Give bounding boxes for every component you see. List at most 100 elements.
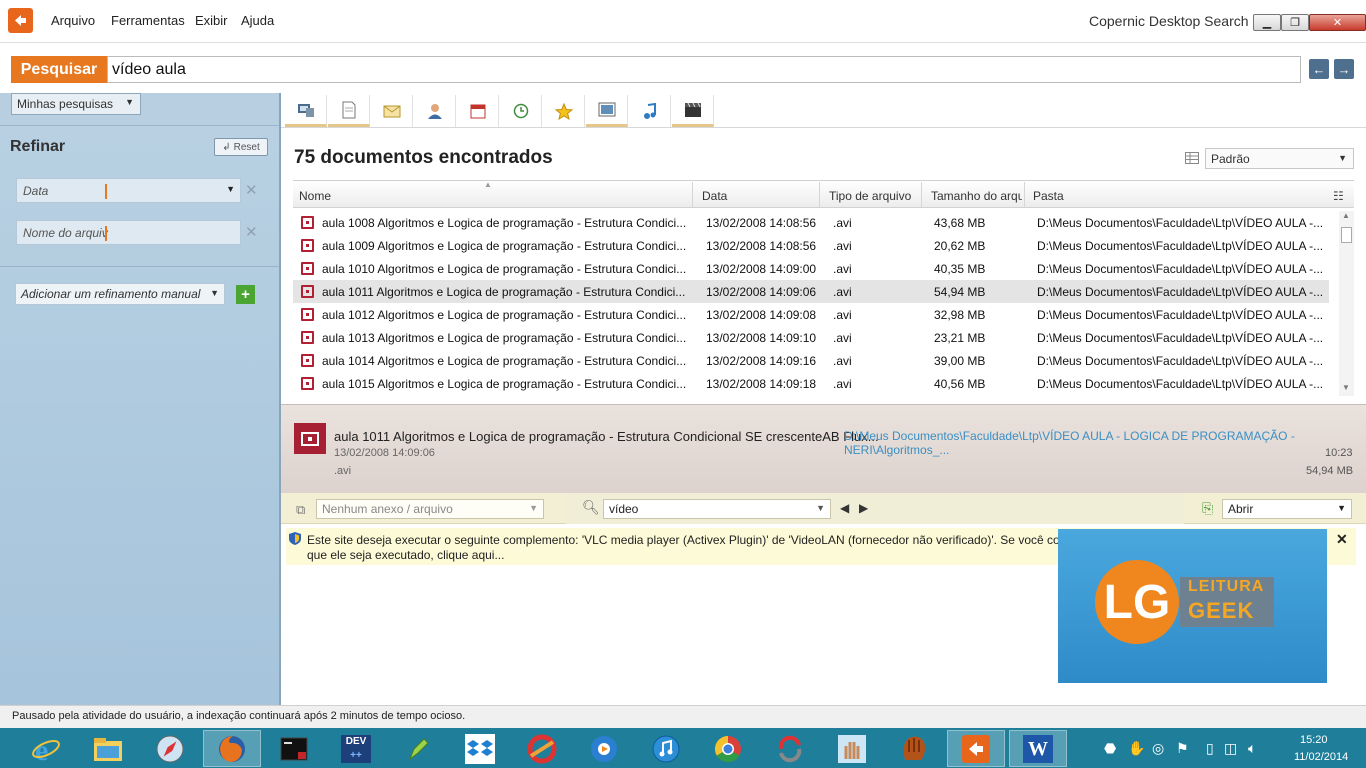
search-input[interactable]: vídeo aula	[107, 56, 1301, 83]
chevron-down-icon: ▼	[210, 288, 219, 298]
my-searches-dropdown[interactable]: Minhas pesquisas ▼	[11, 93, 141, 115]
forward-button[interactable]: →	[1334, 59, 1354, 79]
scrollbar-thumb[interactable]	[1341, 227, 1352, 243]
taskbar-hand-app[interactable]	[823, 730, 881, 767]
taskbar-refresh-app[interactable]	[761, 730, 819, 767]
table-row[interactable]: aula 1010 Algoritmos e Logica de program…	[293, 257, 1329, 280]
taskbar-firefox[interactable]	[203, 730, 261, 767]
column-chooser-icon[interactable]: ☷	[1333, 189, 1344, 203]
tab-email[interactable]	[371, 95, 413, 127]
taskbar-dropbox[interactable]	[451, 730, 509, 767]
attachment-dropdown[interactable]: Nenhum anexo / arquivo ▼	[316, 499, 544, 519]
reset-button[interactable]: ↲ Reset	[214, 138, 268, 156]
column-divider[interactable]	[692, 182, 693, 207]
close-icon: ✕	[1332, 17, 1343, 29]
taskbar-terminal[interactable]	[265, 730, 323, 767]
date-filter[interactable]: Data ▼	[16, 178, 241, 203]
column-divider[interactable]	[819, 182, 820, 207]
table-row[interactable]: aula 1013 Algoritmos e Logica de program…	[293, 326, 1329, 349]
network-icon[interactable]: ◫	[1224, 740, 1237, 757]
pictures-icon	[598, 102, 615, 117]
table-row[interactable]: aula 1008 Algoritmos e Logica de program…	[293, 211, 1329, 234]
column-date[interactable]: Data	[702, 189, 727, 203]
table-row[interactable]: aula 1014 Algoritmos e Logica de program…	[293, 349, 1329, 372]
taskbar-word[interactable]: W	[1009, 730, 1067, 767]
tab-favorites[interactable]	[543, 95, 585, 127]
table-row[interactable]: aula 1012 Algoritmos e Logica de program…	[293, 303, 1329, 326]
tab-videos[interactable]	[672, 95, 714, 127]
minimize-button[interactable]: ▁	[1253, 14, 1281, 31]
taskbar-devcpp[interactable]: DEV ++	[327, 730, 385, 767]
taskbar-pen-app[interactable]	[389, 730, 447, 767]
find-input[interactable]: vídeo ▼	[603, 499, 831, 519]
taskbar-internet-explorer[interactable]: e	[17, 730, 75, 767]
table-row[interactable]: aula 1009 Algoritmos e Logica de program…	[293, 234, 1329, 257]
tab-music[interactable]	[629, 95, 671, 127]
scroll-down-icon[interactable]: ▼	[1342, 383, 1350, 392]
open-dropdown[interactable]: Abrir ▼	[1222, 499, 1352, 519]
menu-ajuda[interactable]: Ajuda	[241, 13, 274, 28]
taskbar-copernic[interactable]	[947, 730, 1005, 767]
add-refinement-button[interactable]: +	[236, 285, 255, 304]
sort-dropdown[interactable]: Padrão ▼	[1205, 148, 1354, 169]
taskbar-safari[interactable]	[141, 730, 199, 767]
tab-files[interactable]	[328, 95, 370, 127]
menu-ferramentas[interactable]: Ferramentas	[111, 13, 185, 28]
tab-contacts[interactable]	[414, 95, 456, 127]
menu-exibir[interactable]: Exibir	[195, 13, 228, 28]
tab-pictures[interactable]	[586, 95, 628, 127]
view-mode-icon[interactable]	[1185, 152, 1199, 164]
taskbar-baseball-app[interactable]	[885, 730, 943, 767]
column-folder[interactable]: Pasta	[1033, 189, 1064, 203]
taskbar-media-player[interactable]	[575, 730, 633, 767]
watermark-geek: GEEK	[1188, 598, 1255, 623]
add-refinement-dropdown[interactable]: Adicionar um refinamento manual ▼	[15, 283, 225, 305]
status-text: Pausado pela atividade do usuário, a ind…	[12, 710, 466, 722]
tray-hand-icon[interactable]: ✋	[1128, 740, 1145, 757]
clock-date[interactable]: 11/02/2014	[1294, 751, 1348, 763]
back-button[interactable]: ←	[1309, 59, 1329, 79]
column-size[interactable]: Tamanho do arqu	[931, 189, 1022, 203]
tray-flag-icon[interactable]: ⚑	[1176, 740, 1189, 757]
results-scrollbar[interactable]: ▲ ▼	[1339, 211, 1354, 396]
preview-path-link[interactable]: D:\Meus Documentos\Faculdade\Ltp\VÍDEO A…	[844, 429, 1366, 457]
find-previous-icon[interactable]: ◀	[840, 501, 849, 515]
find-next-icon[interactable]: ▶	[859, 501, 868, 515]
search-button[interactable]: Pesquisar	[11, 56, 107, 83]
table-row-selected[interactable]: aula 1011 Algoritmos e Logica de program…	[293, 280, 1329, 303]
column-divider[interactable]	[1024, 182, 1025, 207]
preview-title[interactable]: aula 1011 Algoritmos e Logica de program…	[334, 429, 879, 444]
filename-filter[interactable]: Nome do arquiv	[16, 220, 241, 245]
row-path: D:\Meus Documentos\Faculdade\Ltp\VÍDEO A…	[1037, 262, 1324, 276]
column-divider[interactable]	[921, 182, 922, 207]
copernic-logo-icon[interactable]	[8, 8, 33, 33]
taskbar-file-explorer[interactable]	[79, 730, 137, 767]
videos-icon	[684, 102, 701, 117]
restore-button[interactable]: ❐	[1281, 14, 1309, 31]
tab-all-results[interactable]	[285, 95, 327, 127]
watermark-leitura: LEITURA	[1188, 578, 1265, 595]
video-file-icon	[301, 239, 314, 252]
tray-app-icon[interactable]: ⬣	[1104, 740, 1116, 757]
battery-icon[interactable]: ▯	[1206, 740, 1214, 757]
chevron-down-icon[interactable]: ▼	[226, 184, 235, 194]
taskbar-ccleaner[interactable]	[513, 730, 571, 767]
clock-time[interactable]: 15:20	[1300, 734, 1328, 746]
tray-status-icon[interactable]: ◎	[1152, 740, 1164, 757]
taskbar-itunes[interactable]	[637, 730, 695, 767]
tab-calendar[interactable]	[457, 95, 499, 127]
clear-date-icon[interactable]: ✕	[245, 181, 258, 199]
taskbar-chrome[interactable]	[699, 730, 757, 767]
close-button[interactable]: ✕	[1309, 14, 1366, 31]
column-name[interactable]: Nome	[299, 189, 331, 203]
table-row[interactable]: aula 1015 Algoritmos e Logica de program…	[293, 372, 1329, 395]
volume-icon[interactable]: 🔈︎	[1248, 740, 1256, 757]
info-bar-close-icon[interactable]: ✕	[1336, 531, 1348, 548]
scroll-up-icon[interactable]: ▲	[1342, 211, 1350, 220]
menu-arquivo[interactable]: Arquivo	[51, 13, 95, 28]
row-path: D:\Meus Documentos\Faculdade\Ltp\VÍDEO A…	[1037, 239, 1324, 253]
clear-filename-icon[interactable]: ✕	[245, 223, 258, 241]
column-type[interactable]: Tipo de arquivo	[829, 189, 911, 203]
email-icon	[383, 105, 400, 118]
tab-history[interactable]	[500, 95, 542, 127]
